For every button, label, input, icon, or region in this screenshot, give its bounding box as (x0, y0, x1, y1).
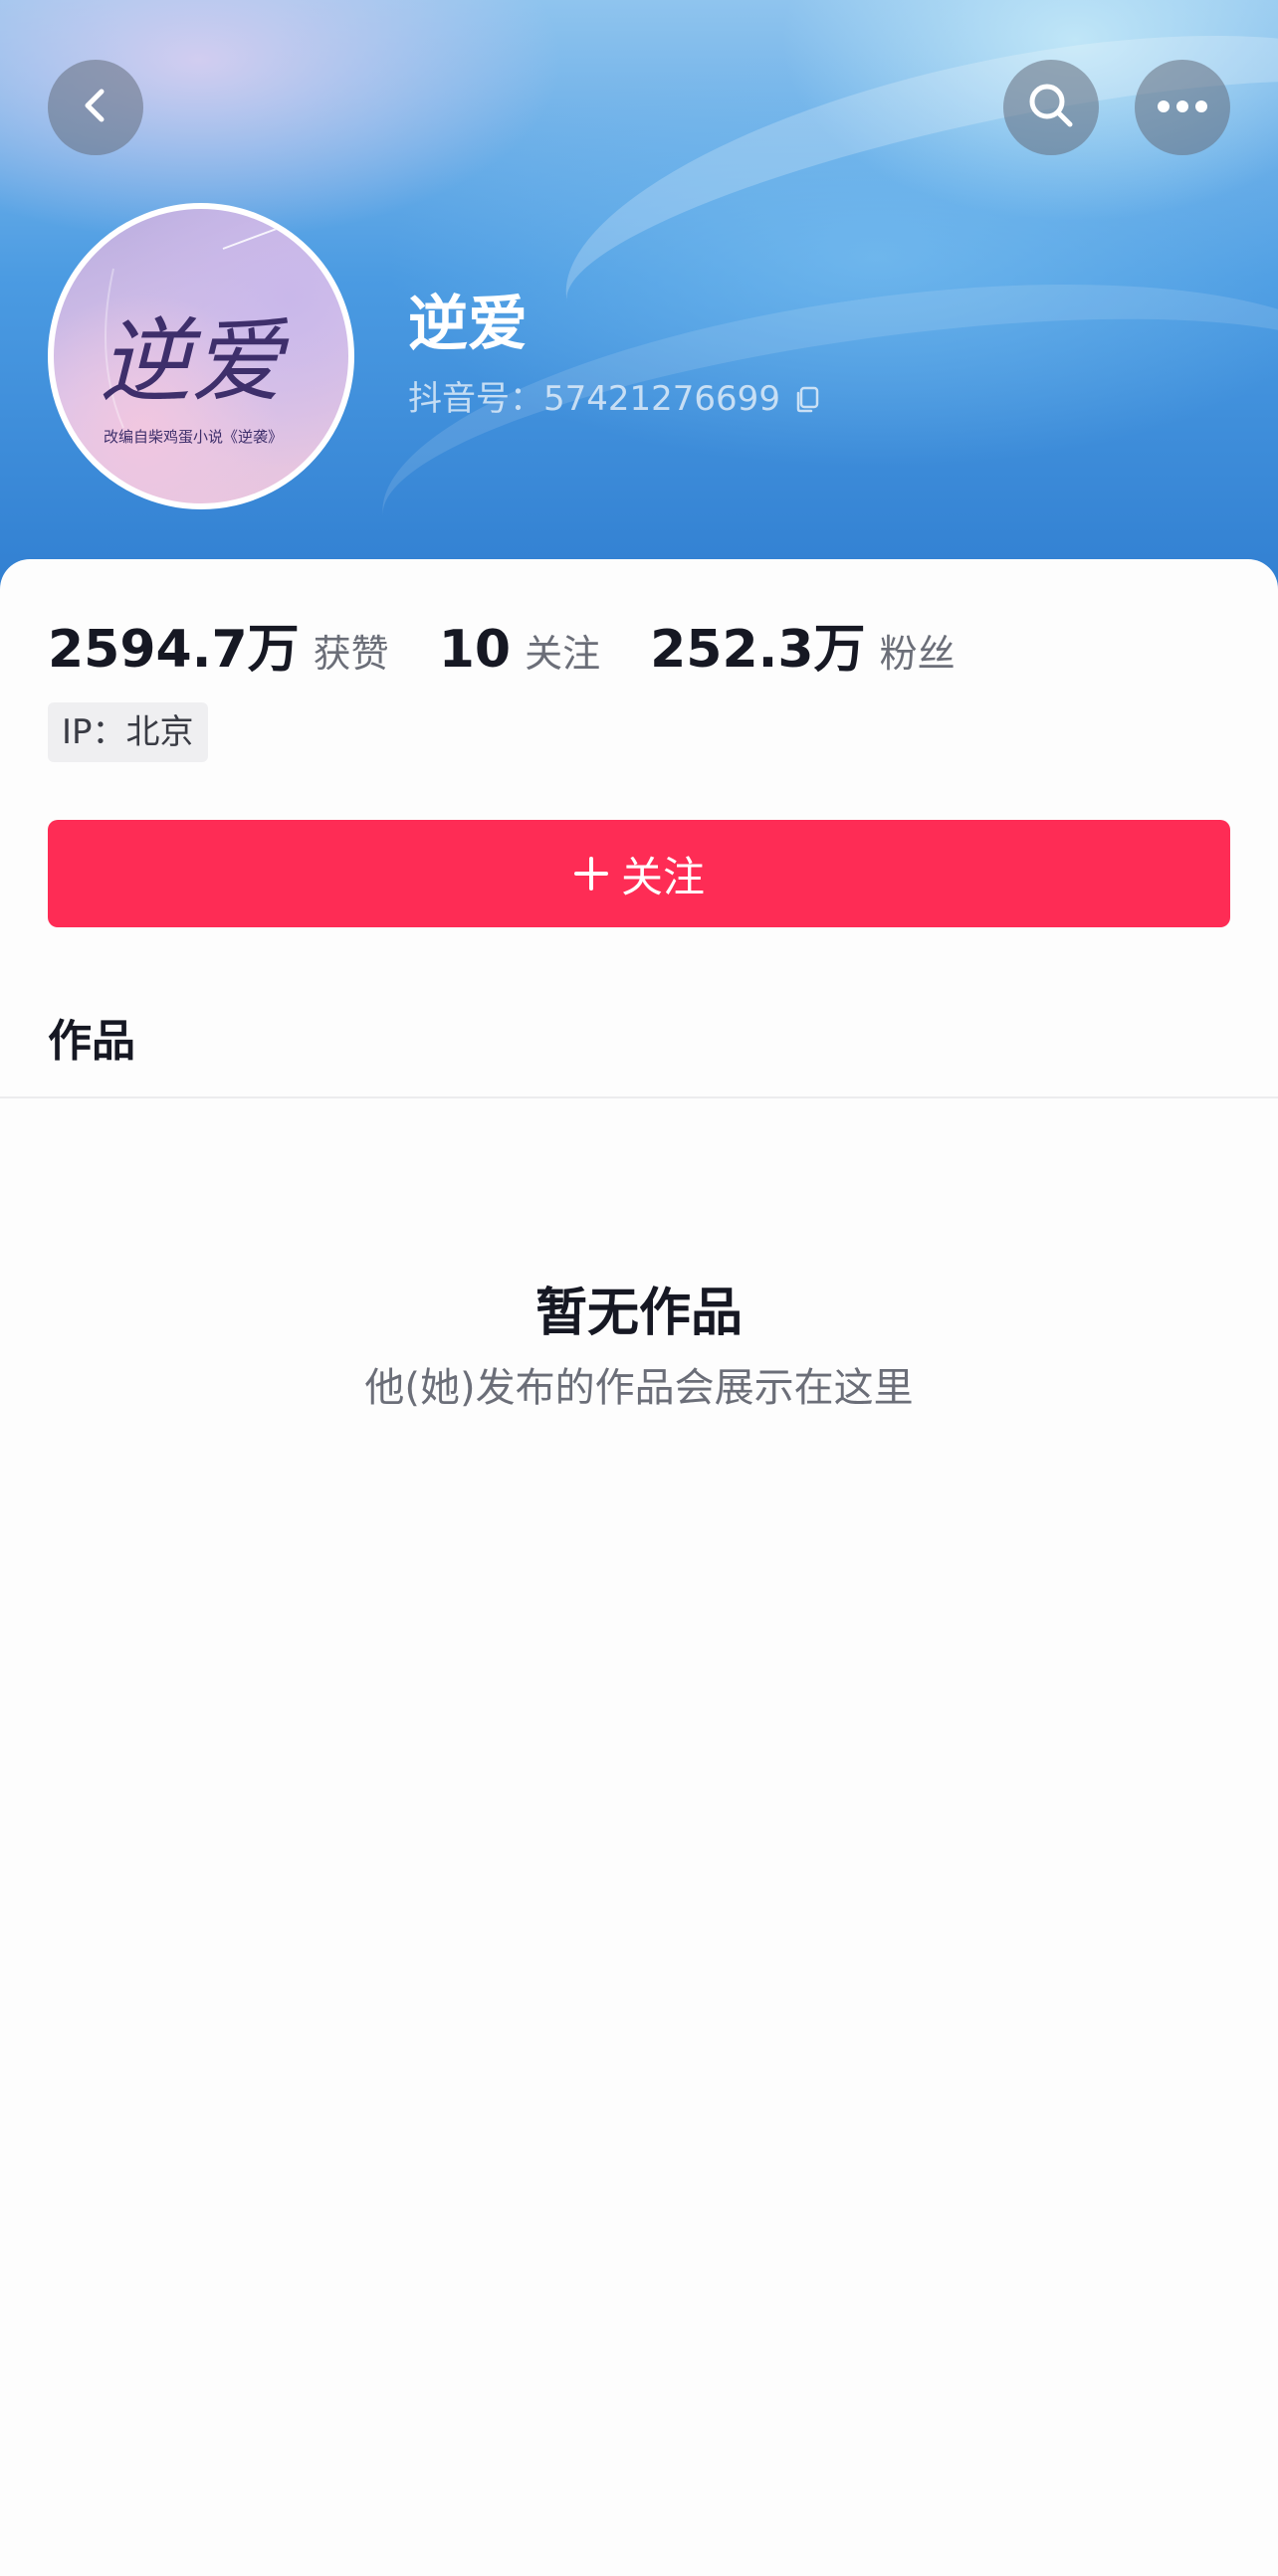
stat-value: 2594.7万 (48, 620, 300, 680)
stats-row: 2594.7万 获赞 10 关注 252.3万 粉丝 (48, 607, 1005, 682)
follow-button-label: 关注 (620, 852, 705, 901)
stat-likes: 2594.7万 获赞 (48, 607, 389, 682)
back-button[interactable] (48, 60, 143, 155)
empty-state-title: 暂无作品 (534, 1284, 743, 1343)
profile-header: 逆爱 改编自柴鸡蛋小说《逆袭》 逆爱 抖音号： 57421276699 (0, 0, 1278, 617)
copy-icon[interactable] (792, 384, 822, 414)
avatar-caption: 改编自柴鸡蛋小说《逆袭》 (104, 428, 283, 446)
chevron-left-icon (76, 86, 115, 129)
stat-followers[interactable]: 252.3万 粉丝 (650, 607, 956, 682)
stat-following[interactable]: 10 关注 (439, 620, 600, 680)
tab-works[interactable]: 作品 (48, 1005, 135, 1069)
follow-button[interactable]: 关注 (48, 820, 1230, 927)
more-horizontal-icon (1157, 99, 1208, 117)
douyin-id: 抖音号： 57421276699 (408, 382, 822, 416)
stat-value: 252.3万 (650, 620, 866, 680)
douyin-id-label: 抖音号： (408, 379, 543, 419)
more-button[interactable] (1135, 60, 1230, 155)
search-button[interactable] (1003, 60, 1099, 155)
stat-label: 关注 (525, 632, 601, 676)
avatar-title: 逆爱 (100, 308, 290, 415)
profile-card: 2594.7万 获赞 10 关注 252.3万 粉丝 IP：北京 关注 作品 暂… (0, 559, 1278, 2576)
stat-label: 获赞 (313, 632, 389, 676)
plus-icon (573, 856, 609, 892)
douyin-id-value: 57421276699 (543, 379, 780, 419)
profile-name: 逆爱 (408, 290, 528, 359)
stat-label: 粉丝 (879, 632, 956, 676)
empty-state-subtitle: 他(她)发布的作品会展示在这里 (364, 1365, 914, 1411)
stat-value: 10 (438, 620, 512, 680)
search-icon (1026, 81, 1076, 134)
divider (0, 1096, 1278, 1098)
avatar[interactable]: 逆爱 改编自柴鸡蛋小说《逆袭》 (48, 203, 354, 509)
ip-location-tag: IP：北京 (48, 702, 208, 762)
